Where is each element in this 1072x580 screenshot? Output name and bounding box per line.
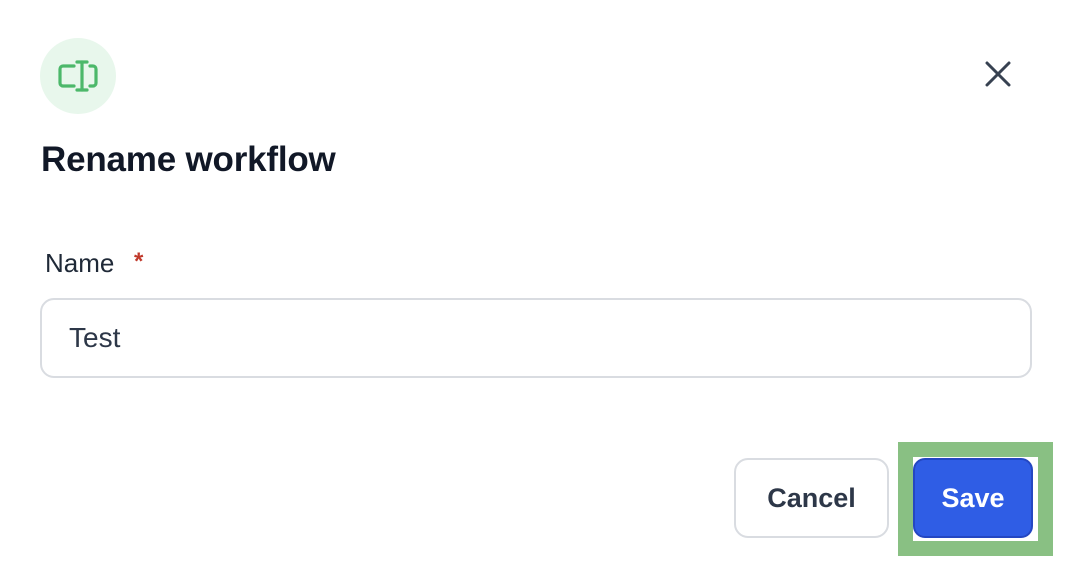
required-indicator: * bbox=[134, 248, 144, 275]
rename-workflow-dialog: Rename workflow Name * Cancel Save bbox=[0, 0, 1072, 580]
close-icon bbox=[985, 61, 1011, 87]
name-input[interactable] bbox=[40, 298, 1032, 378]
save-button[interactable]: Save bbox=[913, 458, 1033, 538]
cancel-button[interactable]: Cancel bbox=[734, 458, 889, 538]
close-button[interactable] bbox=[976, 52, 1020, 96]
name-field-label: Name bbox=[45, 248, 115, 278]
dialog-title: Rename workflow bbox=[41, 140, 336, 179]
rename-field-icon bbox=[40, 38, 116, 114]
